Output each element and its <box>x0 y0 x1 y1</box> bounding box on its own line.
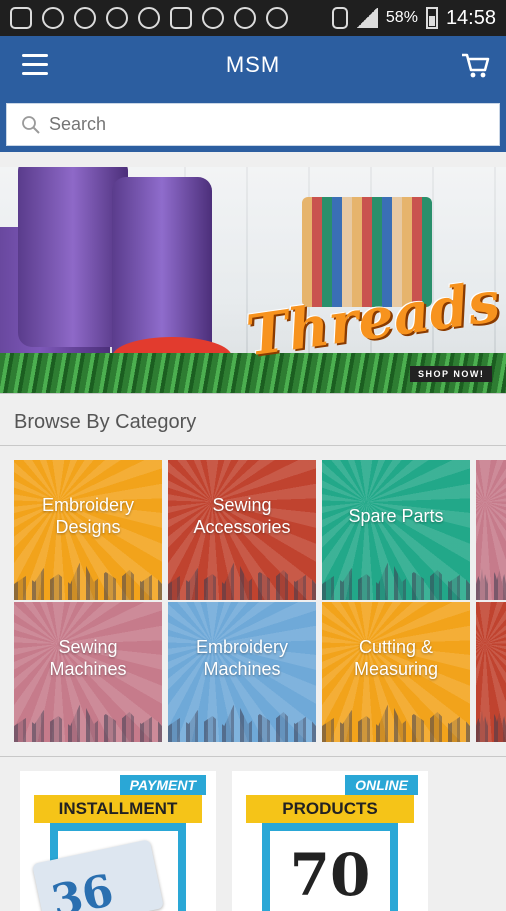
category-tile-partial[interactable] <box>476 602 506 742</box>
status-right: 58% 14:58 <box>331 6 496 30</box>
notification-icons <box>10 7 288 29</box>
status-bar: 58% 14:58 <box>0 0 506 36</box>
sim-icon <box>331 7 348 29</box>
promo-card-online-products[interactable]: ONLINE PRODUCTS 70 <box>232 771 428 911</box>
usb-icon <box>106 7 128 29</box>
app-title: MSM <box>225 52 281 77</box>
divider <box>0 393 506 394</box>
battery-icon <box>425 7 438 29</box>
clock: 14:58 <box>445 6 496 29</box>
promo-card-installment[interactable]: PAYMENT INSTALLMENT 36 <box>20 771 216 911</box>
wifi-icon <box>266 7 288 29</box>
promo-heading: INSTALLMENT <box>34 795 202 823</box>
search-bar <box>0 96 506 152</box>
search-icon <box>22 115 40 134</box>
promo-number: 70 <box>289 841 371 909</box>
category-label: Embroidery Machines <box>195 637 289 679</box>
search-box[interactable] <box>6 103 500 146</box>
signal-icon <box>355 8 378 28</box>
search-input[interactable] <box>49 114 449 135</box>
shopping-cart-icon[interactable] <box>460 50 490 85</box>
promo-tag: PAYMENT <box>119 775 206 795</box>
category-tile-partial[interactable] <box>476 460 506 600</box>
gallery-icon <box>10 7 32 29</box>
battery-percent: 58% <box>385 9 418 26</box>
alarm-icon <box>234 7 256 29</box>
category-tile-sewing-machines[interactable]: Sewing Machines <box>14 602 162 742</box>
mute-icon <box>202 7 224 29</box>
promo-tag: ONLINE <box>345 775 418 795</box>
divider <box>0 445 506 446</box>
divider <box>0 756 506 757</box>
category-label: Spare Parts <box>348 506 444 526</box>
usb-icon <box>74 7 96 29</box>
category-tile-cutting-measuring[interactable]: Cutting & Measuring <box>322 602 470 742</box>
category-label: Sewing Accessories <box>193 495 291 537</box>
category-tile-embroidery-designs[interactable]: Embroidery Designs <box>14 460 162 600</box>
app-bar: MSM <box>0 36 506 96</box>
category-tile-embroidery-machines[interactable]: Embroidery Machines <box>168 602 316 742</box>
category-tile-spare-parts[interactable]: Spare Parts <box>322 460 470 600</box>
category-label: Cutting & Measuring <box>353 637 439 679</box>
sync-icon <box>42 7 64 29</box>
category-tile-sewing-accessories[interactable]: Sewing Accessories <box>168 460 316 600</box>
category-label: Embroidery Designs <box>41 495 135 537</box>
alarm-icon <box>138 7 160 29</box>
category-label: Sewing Machines <box>49 637 127 679</box>
promo-heading: PRODUCTS <box>246 795 414 823</box>
shop-now-button[interactable]: SHOP NOW! <box>410 366 493 382</box>
briefcase-icon <box>170 7 192 29</box>
section-title: Browse By Category <box>14 411 197 433</box>
